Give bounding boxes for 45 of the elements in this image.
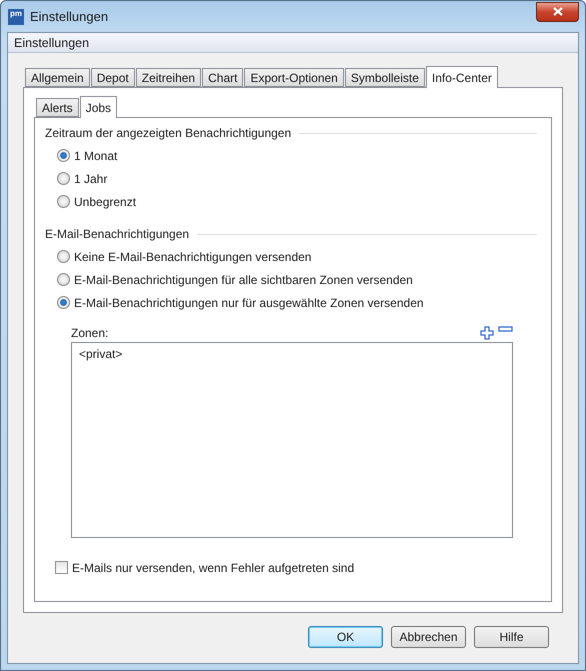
- tab[interactable]: Allgemein: [25, 68, 90, 87]
- radio-option[interactable]: 1 Monat: [45, 144, 537, 167]
- section-header: Einstellungen: [8, 33, 578, 53]
- radio-button[interactable]: [57, 296, 70, 309]
- plus-icon: [480, 326, 494, 340]
- radio-button[interactable]: [57, 273, 70, 286]
- checkbox-label: E-Mails nur versenden, wenn Fehler aufgetreten sind: [72, 560, 354, 574]
- radio-button[interactable]: [57, 195, 70, 208]
- checkbox[interactable]: [55, 561, 68, 574]
- minus-icon: [498, 326, 513, 332]
- add-button[interactable]: [480, 326, 494, 340]
- checkbox-option[interactable]: E-Mails nur versenden, wenn Fehler aufgetreten sind: [45, 556, 537, 579]
- radio-label: E-Mail-Benachrichtigungen nur für ausgewählte Zonen versenden: [74, 296, 424, 310]
- app-logo: pm: [8, 8, 24, 24]
- radio-label: Unbegrenzt: [74, 194, 136, 208]
- list-item[interactable]: <privat>: [79, 347, 505, 361]
- group-title: Zeitraum der angezeigten Benachrichtigungen: [45, 126, 292, 140]
- radio-label: E-Mail-Benachrichtigungen für alle sichtbaren Zonen versenden: [74, 272, 413, 286]
- window-title: Einstellungen: [30, 9, 110, 24]
- tab[interactable]: Zeitreihen: [136, 68, 202, 87]
- radio-option[interactable]: Keine E-Mail-Benachrichtigungen versenden: [45, 245, 537, 268]
- tab[interactable]: Info-Center: [426, 66, 498, 88]
- radio-button[interactable]: [57, 250, 70, 263]
- radio-label: 1 Jahr: [74, 172, 108, 186]
- radio-option[interactable]: E-Mail-Benachrichtigungen für alle sichtbaren Zonen versenden: [45, 268, 537, 291]
- zones-label: Zonen:: [71, 326, 108, 340]
- tab[interactable]: Jobs: [80, 96, 118, 118]
- tab[interactable]: Symbolleiste: [344, 68, 425, 87]
- radio-button[interactable]: [57, 149, 70, 162]
- close-icon: [552, 7, 562, 16]
- group-title: E-Mail-Benachrichtigungen: [45, 227, 190, 241]
- tab[interactable]: Depot: [90, 68, 135, 87]
- radio-option[interactable]: 1 Jahr: [45, 167, 537, 190]
- radio-option[interactable]: E-Mail-Benachrichtigungen nur für ausgewählte Zonen versenden: [45, 291, 537, 314]
- radio-label: 1 Monat: [74, 148, 118, 162]
- dialog-button[interactable]: Abbrechen: [391, 626, 466, 648]
- tab[interactable]: Chart: [202, 68, 244, 87]
- close-button[interactable]: [536, 2, 579, 22]
- dialog-button[interactable]: OK: [308, 626, 383, 648]
- tab[interactable]: Alerts: [36, 98, 79, 117]
- dialog-button[interactable]: Hilfe: [474, 626, 549, 648]
- radio-option[interactable]: Unbegrenzt: [45, 190, 537, 213]
- radio-button[interactable]: [57, 172, 70, 185]
- tab[interactable]: Export-Optionen: [244, 68, 344, 87]
- radio-label: Keine E-Mail-Benachrichtigungen versenden: [74, 250, 312, 264]
